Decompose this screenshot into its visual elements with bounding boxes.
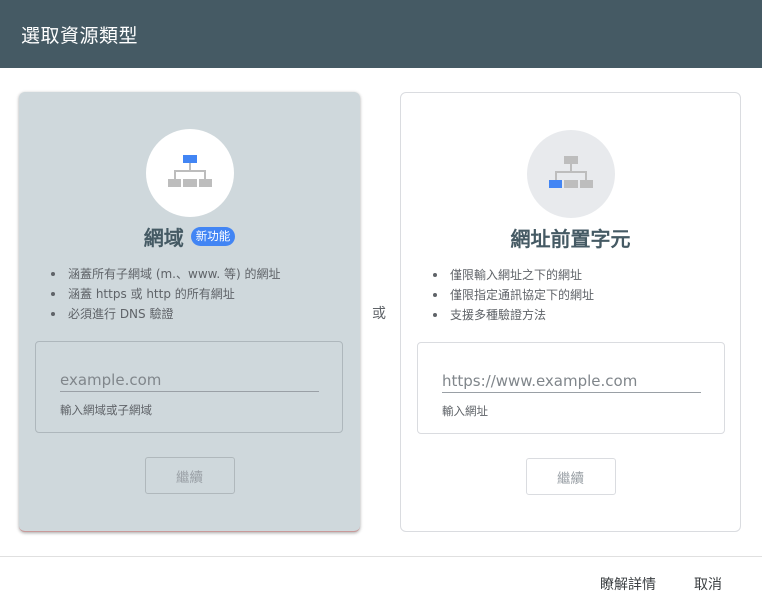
dialog-header: 選取資源類型	[0, 0, 762, 68]
prefix-input-hint: 輸入網址	[442, 404, 488, 418]
domain-feature-list: 涵蓋所有子網域 (m.、www. 等) 的網址 涵蓋 https 或 http …	[49, 264, 280, 324]
list-item: 僅限輸入網址之下的網址	[431, 265, 594, 285]
prefix-icon-circle	[526, 130, 615, 218]
list-item: 涵蓋所有子網域 (m.、www. 等) 的網址	[49, 264, 280, 284]
dialog-title: 選取資源類型	[21, 24, 139, 47]
or-separator: 或	[372, 306, 386, 322]
list-item: 必須進行 DNS 驗證	[49, 304, 280, 324]
list-item: 支援多種驗證方法	[431, 305, 594, 325]
prefix-continue-button[interactable]: 繼續	[525, 458, 616, 495]
select-property-type-dialog: 選取資源類型 網域 新功能 涵蓋所有子網域 (m.、www. 等) 的網址 涵蓋…	[0, 0, 762, 606]
domain-input[interactable]	[60, 368, 319, 392]
list-item: 涵蓋 https 或 http 的所有網址	[49, 284, 280, 304]
domain-continue-button[interactable]: 繼續	[144, 457, 235, 494]
domain-card[interactable]: 網域 新功能 涵蓋所有子網域 (m.、www. 等) 的網址 涵蓋 https …	[19, 92, 360, 532]
domain-card-title: 網域 新功能	[19, 222, 360, 251]
domain-input-hint: 輸入網域或子網域	[60, 403, 152, 417]
domain-input-box: 輸入網域或子網域	[35, 341, 343, 433]
prefix-feature-list: 僅限輸入網址之下的網址 僅限指定通訊協定下的網址 支援多種驗證方法	[431, 265, 594, 325]
prefix-title-text: 網址前置字元	[510, 227, 631, 251]
sitemap-icon	[167, 155, 212, 187]
url-prefix-card[interactable]: 網址前置字元 僅限輸入網址之下的網址 僅限指定通訊協定下的網址 支援多種驗證方法…	[400, 92, 741, 532]
prefix-card-title: 網址前置字元	[401, 223, 740, 252]
list-item: 僅限指定通訊協定下的網址	[431, 285, 594, 305]
domain-title-text: 網域	[143, 226, 184, 250]
url-prefix-input[interactable]	[442, 369, 701, 393]
learn-more-button[interactable]: 瞭解詳情	[600, 574, 656, 594]
new-feature-badge: 新功能	[190, 227, 236, 246]
footer-divider	[0, 556, 762, 557]
domain-icon-circle	[145, 129, 234, 217]
sitemap-icon	[548, 156, 593, 188]
cancel-button[interactable]: 取消	[694, 574, 722, 594]
prefix-input-box: 輸入網址	[417, 342, 725, 434]
